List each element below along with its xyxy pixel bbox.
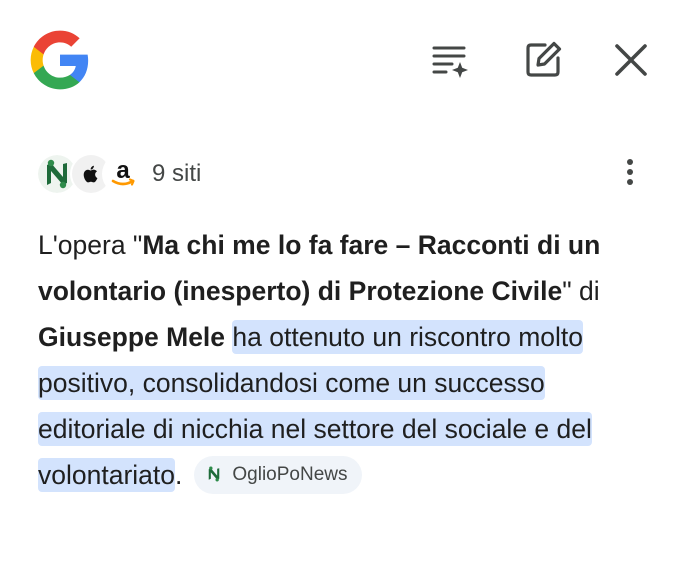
sources-row[interactable]: a 9 siti xyxy=(38,154,201,194)
close-icon xyxy=(612,41,650,79)
edit-button[interactable] xyxy=(523,40,563,80)
author-name: Giuseppe Mele xyxy=(38,322,226,352)
close-button[interactable] xyxy=(611,40,651,80)
amazon-icon: a xyxy=(104,155,142,193)
sources-count: 9 siti xyxy=(152,160,202,187)
list-sparkle-button[interactable] xyxy=(430,40,470,80)
edit-icon xyxy=(523,40,563,80)
top-bar xyxy=(0,0,690,120)
more-options-button[interactable] xyxy=(614,156,646,192)
oglioponews-icon xyxy=(38,155,76,193)
answer-intro: L'opera " xyxy=(38,230,143,260)
citation-chip[interactable]: OglioPoNews xyxy=(194,456,362,494)
source-favicons: a xyxy=(38,154,142,194)
google-g-logo[interactable] xyxy=(28,28,92,92)
answer-period: . xyxy=(175,460,183,490)
more-vert-icon xyxy=(626,158,634,191)
list-sparkle-icon xyxy=(430,40,470,80)
answer-connector: " di xyxy=(562,276,600,306)
svg-text:a: a xyxy=(116,157,130,184)
citation-label: OglioPoNews xyxy=(232,464,348,485)
oglioponews-icon xyxy=(204,452,224,498)
ai-answer-text: L'opera "Ma chi me lo fa fare – Racconti… xyxy=(38,222,658,498)
